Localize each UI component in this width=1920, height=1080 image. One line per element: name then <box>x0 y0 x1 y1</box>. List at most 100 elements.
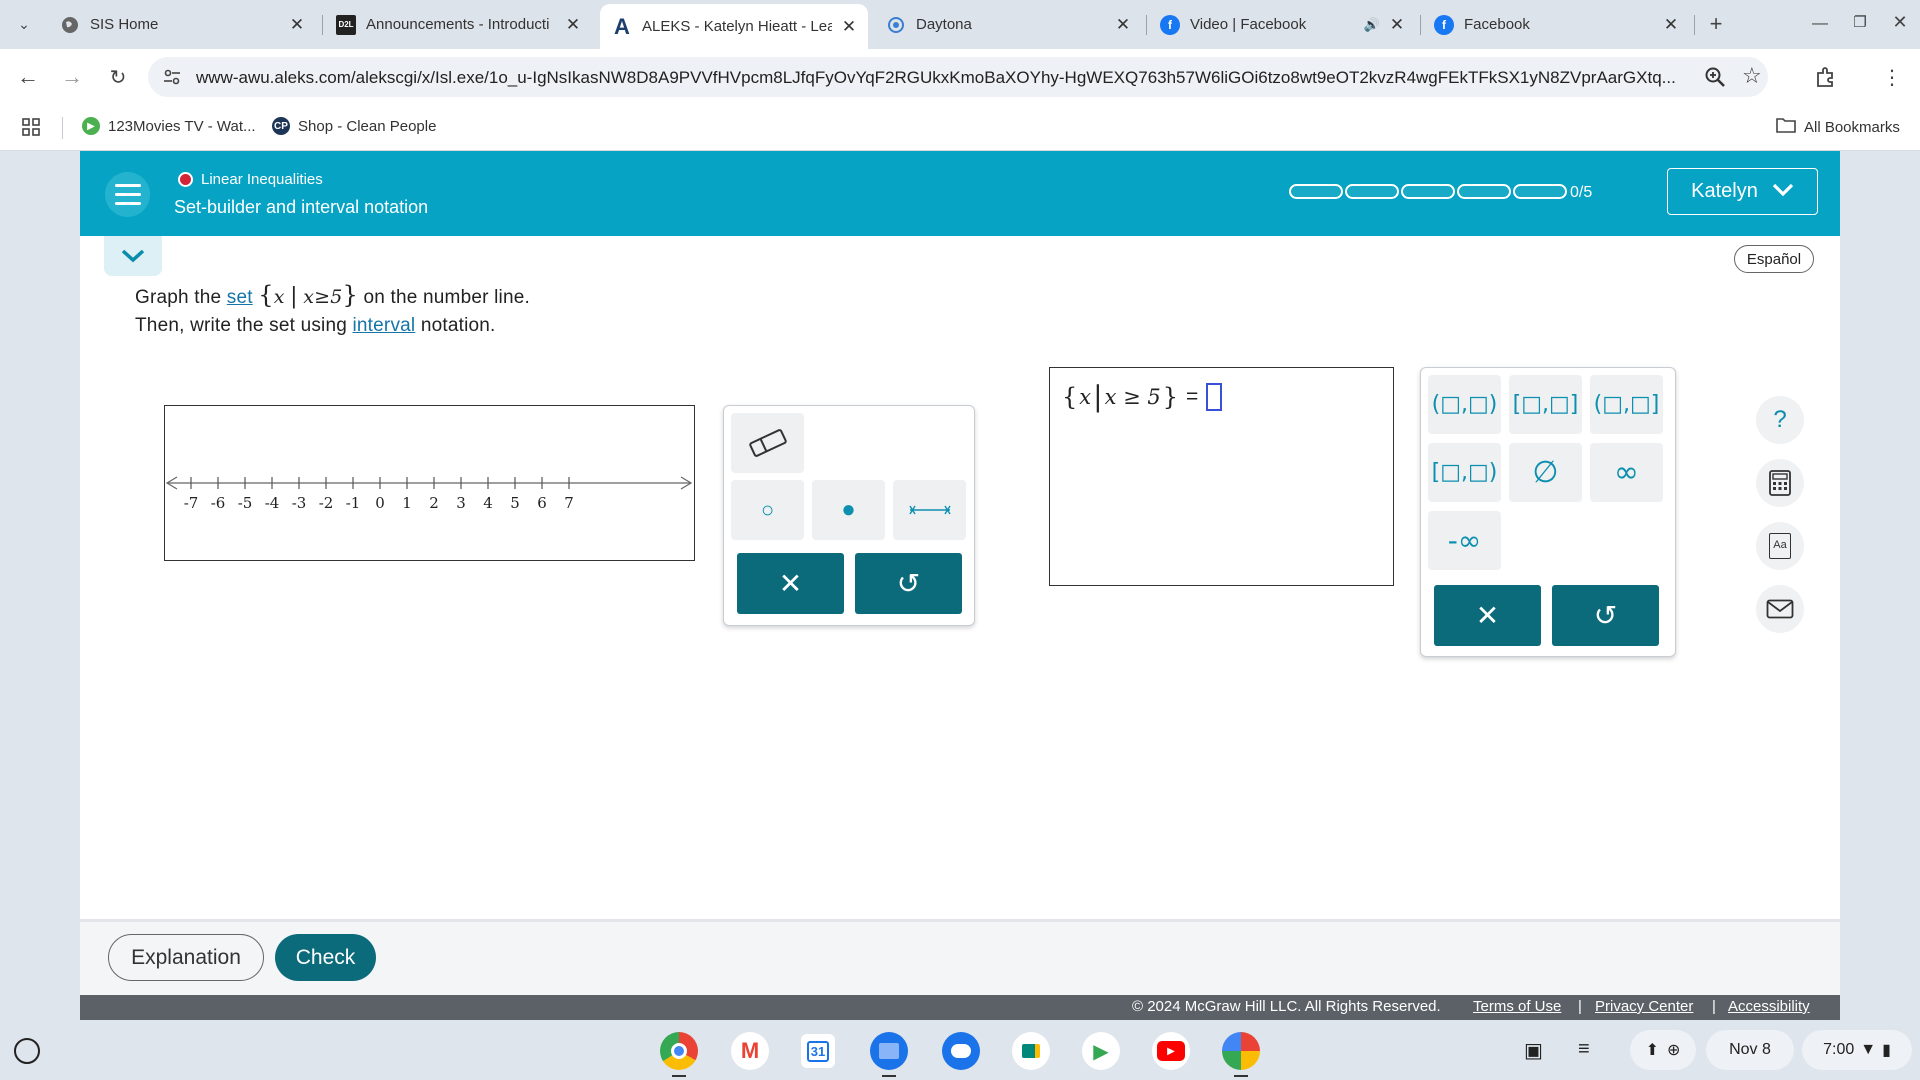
segment-tool-button[interactable] <box>893 480 966 540</box>
browser-menu-icon[interactable]: ⋮ <box>1878 63 1906 91</box>
terms-of-use-link[interactable]: Terms of Use <box>1473 998 1561 1015</box>
minimize-icon[interactable]: — <box>1806 10 1834 38</box>
play-store-icon[interactable]: ▶ <box>1082 1032 1120 1070</box>
graph-undo-button[interactable]: ↺ <box>855 553 962 614</box>
back-arrow-icon[interactable]: ← <box>14 63 42 91</box>
audio-playing-icon[interactable]: 🔊 <box>1364 17 1380 33</box>
interval-definition-link[interactable]: interval <box>352 315 415 336</box>
tab-close-icon[interactable]: ✕ <box>1114 15 1132 35</box>
tab-sis-home[interactable]: SIS Home ✕ <box>48 6 316 43</box>
status-icons[interactable]: ⬆ ⊕ <box>1630 1030 1696 1070</box>
set-definition-link[interactable]: set <box>227 287 253 308</box>
number-line[interactable]: -7 -6 -5 -4 -3 -2 -1 0 1 2 3 4 5 6 7 <box>165 406 693 559</box>
tab-close-icon[interactable]: ✕ <box>840 17 858 37</box>
add-icon: ⊕ <box>1667 1042 1681 1059</box>
open-open-interval-button[interactable]: (□,□) <box>1428 375 1501 434</box>
tab-close-icon[interactable]: ✕ <box>564 15 582 35</box>
gmail-icon[interactable]: M <box>731 1032 769 1070</box>
espanol-button[interactable]: Español <box>1734 245 1814 273</box>
date-button[interactable]: Nov 8 <box>1706 1030 1794 1070</box>
reload-icon[interactable]: ↻ <box>104 63 132 91</box>
negative-infinity-button[interactable]: -∞ <box>1428 511 1501 570</box>
infinity-button[interactable]: ∞ <box>1590 443 1663 502</box>
calculator-button[interactable] <box>1756 459 1804 507</box>
chrome-icon[interactable] <box>660 1032 698 1070</box>
accessibility-link[interactable]: Accessibility <box>1728 998 1810 1015</box>
help-button[interactable]: ? <box>1756 396 1804 444</box>
photos-icon[interactable] <box>1222 1032 1260 1070</box>
tab-title: Daytona <box>916 16 972 33</box>
meet-icon[interactable] <box>1012 1032 1050 1070</box>
tab-title: ALEKS - Katelyn Hieatt - Lea <box>642 18 832 35</box>
system-tray[interactable]: 7:00 ▼ ▮ <box>1802 1030 1912 1070</box>
apps-grid-icon[interactable] <box>22 118 40 141</box>
all-bookmarks[interactable]: All Bookmarks <box>1776 117 1900 137</box>
tab-daytona[interactable]: Daytona ✕ <box>874 6 1142 43</box>
user-menu-button[interactable]: Katelyn <box>1667 168 1818 215</box>
bookmark-clean-people[interactable]: CP Shop - Clean People <box>272 117 436 135</box>
open-closed-interval-button[interactable]: (□,□] <box>1590 375 1663 434</box>
number-line-tick-label: 5 <box>510 494 520 512</box>
closed-open-interval-button[interactable]: [□,□) <box>1428 443 1501 502</box>
answer-input-cursor[interactable] <box>1206 382 1223 411</box>
message-button[interactable] <box>1756 585 1804 633</box>
tab-close-icon[interactable]: ✕ <box>1388 15 1406 35</box>
aleks-a-icon: A <box>614 13 630 39</box>
media-controls-icon[interactable]: ≡ <box>1578 1038 1590 1061</box>
aleks-page: Linear Inequalities Set-builder and inte… <box>80 151 1840 1020</box>
progress-segment <box>1457 184 1511 199</box>
answer-input-box[interactable]: {x | x ≥ 5} = <box>1049 367 1394 586</box>
dictionary-button[interactable]: Aa <box>1756 522 1804 570</box>
tab-announcements[interactable]: D2L Announcements - Introducti ✕ <box>324 6 592 43</box>
collapse-header-button[interactable] <box>104 236 162 276</box>
tab-video-facebook[interactable]: f Video | Facebook 🔊 ✕ <box>1148 6 1416 43</box>
calendar-icon[interactable]: 31 <box>801 1034 835 1068</box>
tote-icon[interactable]: ▣ <box>1524 1038 1543 1063</box>
youtube-icon[interactable]: ▶ <box>1152 1032 1190 1070</box>
eraser-icon <box>748 429 787 457</box>
tab-facebook[interactable]: f Facebook ✕ <box>1422 6 1690 43</box>
forward-arrow-icon[interactable]: → <box>58 63 86 91</box>
empty-set-button[interactable]: ∅ <box>1509 443 1582 502</box>
footer-separator: | <box>1712 998 1716 1015</box>
site-info-icon[interactable] <box>162 67 182 92</box>
zoom-icon[interactable] <box>1704 66 1726 93</box>
browser-toolbar: ← → ↻ www-awu.aleks.com/alekscgi/x/Isl.e… <box>0 49 1920 105</box>
play-icon: ▶ <box>82 117 100 135</box>
number-line-tick-label: 2 <box>429 494 439 512</box>
close-icon: ✕ <box>778 568 803 599</box>
privacy-center-link[interactable]: Privacy Center <box>1595 998 1693 1015</box>
closed-dot-tool-button[interactable]: ● <box>812 480 885 540</box>
answer-undo-button[interactable]: ↺ <box>1552 585 1659 646</box>
daytona-icon <box>886 15 906 35</box>
facebook-icon: f <box>1160 14 1180 35</box>
check-button[interactable]: Check <box>275 934 376 981</box>
launcher-icon[interactable] <box>14 1038 40 1064</box>
d2l-icon: D2L <box>336 14 356 35</box>
tab-close-icon[interactable]: ✕ <box>288 15 306 35</box>
tab-search-chevron-icon[interactable]: ⌄ <box>10 10 38 38</box>
restore-icon[interactable]: ❐ <box>1846 8 1874 36</box>
closed-closed-interval-button[interactable]: [□,□] <box>1509 375 1582 434</box>
open-circle-icon: ○ <box>760 497 775 522</box>
hamburger-menu-icon[interactable] <box>105 172 150 217</box>
extensions-icon[interactable] <box>1812 63 1840 91</box>
window-close-icon[interactable]: ✕ <box>1886 8 1914 36</box>
explanation-button[interactable]: Explanation <box>108 934 264 981</box>
graph-clear-button[interactable]: ✕ <box>737 553 844 614</box>
eraser-tool-button[interactable] <box>731 413 804 473</box>
bookmark-123movies[interactable]: ▶ 123Movies TV - Wat... <box>82 117 256 135</box>
address-bar[interactable]: www-awu.aleks.com/alekscgi/x/Isl.exe/1o_… <box>148 57 1768 97</box>
new-tab-button[interactable]: + <box>1702 10 1730 38</box>
open-dot-tool-button[interactable]: ○ <box>731 480 804 540</box>
chat-icon[interactable] <box>942 1032 980 1070</box>
number-line-graph[interactable]: -7 -6 -5 -4 -3 -2 -1 0 1 2 3 4 5 6 7 <box>164 405 695 561</box>
files-icon[interactable] <box>870 1032 908 1070</box>
number-line-tick-label: 0 <box>375 494 385 512</box>
number-line-tick-label: 4 <box>483 494 493 512</box>
tab-aleks[interactable]: A ALEKS - Katelyn Hieatt - Lea ✕ <box>600 4 868 49</box>
answer-clear-button[interactable]: ✕ <box>1434 585 1541 646</box>
tab-close-icon[interactable]: ✕ <box>1662 15 1680 35</box>
progress-count: 0/5 <box>1570 184 1593 201</box>
bookmark-star-icon[interactable]: ☆ <box>1742 63 1762 89</box>
